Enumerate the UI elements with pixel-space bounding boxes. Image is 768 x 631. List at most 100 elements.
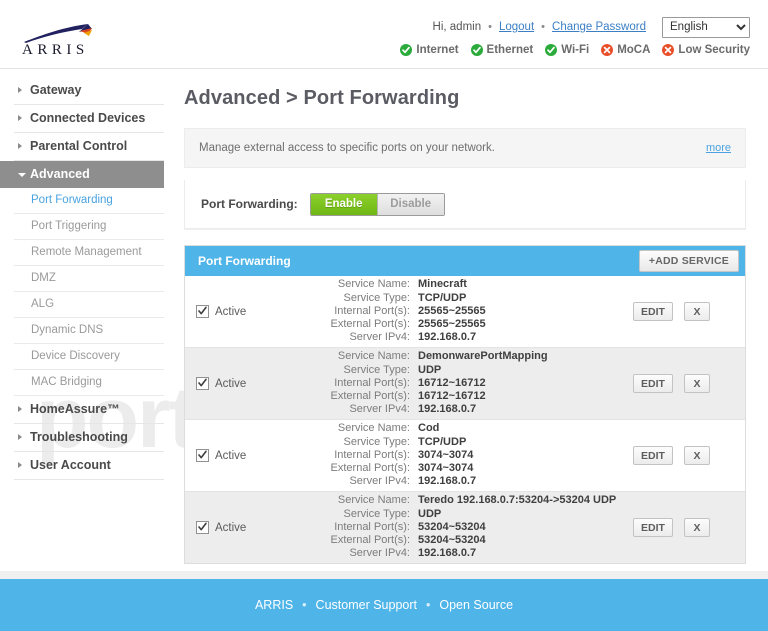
active-checkbox[interactable] [196, 305, 209, 318]
more-link[interactable]: more [706, 142, 731, 154]
field-value-service-type: TCP/UDP [418, 291, 467, 304]
sidebar-item-advanced[interactable]: Advanced [0, 161, 164, 188]
active-label: Active [215, 377, 247, 390]
sidebar-item-parental-control[interactable]: Parental Control [14, 133, 164, 161]
body-wrapper: portforward GatewayConnected DevicesPare… [0, 69, 768, 580]
sidebar-subitem-mac-bridging[interactable]: MAC Bridging [14, 370, 164, 396]
field-value-server-ipv4: 192.168.0.7 [418, 547, 477, 560]
separator-dot: • [488, 21, 492, 33]
active-checkbox[interactable] [196, 377, 209, 390]
field-label-server-ipv4: Server IPv4: [349, 331, 410, 344]
logout-link[interactable]: Logout [499, 21, 534, 33]
field-label-external-ports: External Port(s): [330, 390, 410, 403]
active-toggle-cell: Active [185, 521, 308, 534]
status-item-moca: MoCA [601, 44, 650, 56]
field-value-service-name: Teredo 192.168.0.7:53204->53204 UDP [418, 494, 617, 507]
sidebar-subitem-dmz[interactable]: DMZ [14, 266, 164, 292]
x-circle-icon [662, 44, 675, 56]
panel-header: Port Forwarding +ADD SERVICE [185, 246, 745, 276]
field-service-name: Service Name: Teredo 192.168.0.7:53204->5… [308, 494, 633, 507]
footer-arris-link[interactable]: ARRIS [255, 598, 293, 612]
enable-button[interactable]: Enable [310, 193, 377, 215]
field-value-service-name: Cod [418, 422, 440, 435]
greeting-text: Hi, admin [432, 21, 482, 33]
port-forwarding-toggle-row: Port Forwarding: Enable Disable [184, 180, 746, 229]
row-actions: EDIT X [633, 446, 745, 465]
footer-open-source-link[interactable]: Open Source [439, 598, 513, 612]
edit-button[interactable]: EDIT [633, 302, 673, 321]
field-value-external-ports: 53204~53204 [418, 534, 486, 547]
page-header: ARRIS Hi, admin • Logout • Change Passwo… [0, 0, 768, 69]
field-service-type: Service Type: UDP [308, 364, 633, 377]
sidebar-subitem-port-forwarding[interactable]: Port Forwarding [14, 188, 164, 214]
status-label: Low Security [678, 44, 750, 56]
field-label-external-ports: External Port(s): [330, 318, 410, 331]
header-account-area: Hi, admin • Logout • Change Password Eng… [400, 16, 750, 56]
sidebar-item-label: Advanced [30, 167, 90, 181]
field-label-service-type: Service Type: [343, 291, 410, 304]
sidebar-item-troubleshooting[interactable]: Troubleshooting [14, 424, 164, 452]
enable-disable-toggle[interactable]: Enable Disable [309, 192, 445, 216]
sidebar-item-connected-devices[interactable]: Connected Devices [14, 105, 164, 133]
delete-button[interactable]: X [684, 374, 710, 393]
field-service-name: Service Name: DemonwarePortMapping [308, 350, 633, 363]
arris-wordmark: ARRIS [22, 42, 89, 58]
delete-button[interactable]: X [684, 446, 710, 465]
field-value-internal-ports: 53204~53204 [418, 520, 486, 533]
status-label: Internet [416, 44, 459, 56]
edit-button[interactable]: EDIT [633, 446, 673, 465]
active-label: Active [215, 521, 247, 534]
separator-dot: • [541, 21, 546, 33]
disable-button[interactable]: Disable [376, 193, 444, 215]
delete-button[interactable]: X [684, 518, 710, 537]
sidebar-subitem-device-discovery[interactable]: Device Discovery [14, 344, 164, 370]
language-select[interactable]: English [662, 16, 750, 38]
add-service-button[interactable]: +ADD SERVICE [638, 250, 739, 272]
field-value-service-type: TCP/UDP [418, 435, 467, 448]
field-value-external-ports: 3074~3074 [418, 462, 474, 475]
sidebar-navigation: Gateway Connected Devices Parental Control… [0, 69, 176, 480]
sidebar-subitem-dynamic-dns[interactable]: Dynamic DNS [14, 318, 164, 344]
field-value-external-ports: 16712~16712 [418, 390, 486, 403]
delete-button[interactable]: X [684, 302, 710, 321]
sidebar-subitem-remote-management[interactable]: Remote Management [14, 240, 164, 266]
edit-button[interactable]: EDIT [633, 374, 673, 393]
field-service-type: Service Type: TCP/UDP [308, 292, 633, 305]
footer-separator: • [425, 598, 431, 612]
edit-button[interactable]: EDIT [633, 518, 673, 537]
main-content: Advanced > Port Forwarding Manage extern… [176, 69, 768, 580]
x-circle-icon [601, 44, 614, 56]
field-value-internal-ports: 25565~25565 [418, 304, 486, 317]
sidebar-item-user-account[interactable]: User Account [14, 452, 164, 480]
chevron-right-icon [18, 143, 22, 149]
field-value-service-type: UDP [418, 507, 442, 520]
sidebar-subitem-port-triggering[interactable]: Port Triggering [14, 214, 164, 240]
chevron-right-icon [18, 87, 22, 93]
field-external-ports: External Port(s): 25565~25565 [308, 318, 633, 331]
sidebar-item-label: Connected Devices [30, 111, 146, 125]
service-fields: Service Name: Minecraft Service Type: TCP/U… [308, 278, 633, 344]
field-external-ports: External Port(s): 53204~53204 [308, 534, 633, 547]
active-checkbox[interactable] [196, 521, 209, 534]
active-toggle-cell: Active [185, 377, 308, 390]
field-label-service-type: Service Type: [343, 363, 410, 376]
field-label-internal-ports: Internal Port(s): [334, 520, 410, 533]
account-links-row: Hi, admin • Logout • Change Password Eng… [400, 16, 750, 38]
field-internal-ports: Internal Port(s): 16712~16712 [308, 377, 633, 390]
field-value-server-ipv4: 192.168.0.7 [418, 331, 477, 344]
active-checkbox[interactable] [196, 449, 209, 462]
footer-separator: • [302, 598, 307, 612]
sidebar-item-homeassure[interactable]: HomeAssure™ [14, 396, 164, 424]
sidebar-item-gateway[interactable]: Gateway [14, 77, 164, 105]
field-service-name: Service Name: Cod [308, 422, 633, 435]
footer-customer-support-link[interactable]: Customer Support [316, 598, 417, 612]
field-internal-ports: Internal Port(s): 25565~25565 [308, 305, 633, 318]
service-fields: Service Name: DemonwarePortMapping Service… [308, 350, 633, 416]
status-item-low-security: Low Security [662, 44, 750, 56]
change-password-link[interactable]: Change Password [552, 21, 646, 33]
field-external-ports: External Port(s): 3074~3074 [308, 462, 633, 475]
sidebar-subitem-alg[interactable]: ALG [14, 292, 164, 318]
active-toggle-cell: Active [185, 449, 308, 462]
chevron-right-icon [18, 406, 22, 412]
table-row: Active Service Name: Teredo 192.168.0.7:53… [185, 492, 745, 563]
